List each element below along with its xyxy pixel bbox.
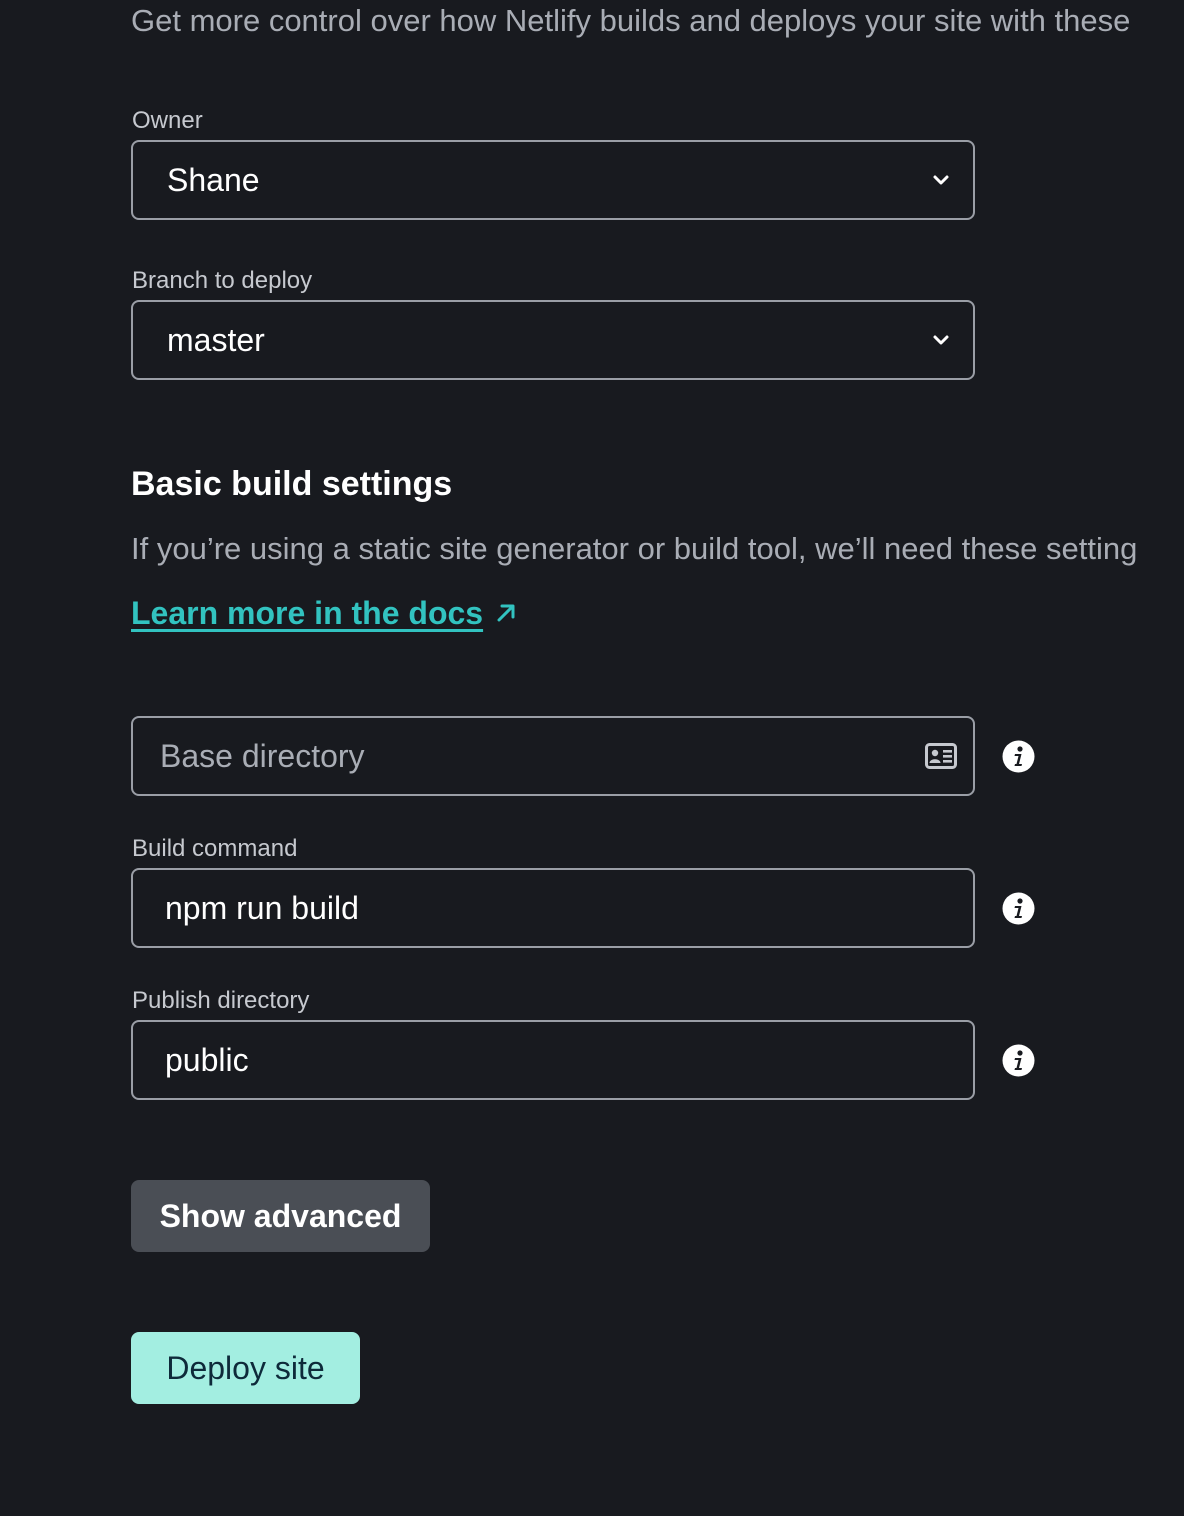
- owner-label: Owner: [132, 107, 203, 134]
- build-command-value: npm run build: [165, 890, 359, 926]
- branch-select[interactable]: master: [131, 300, 975, 380]
- base-directory-input[interactable]: Base directory: [131, 716, 975, 796]
- chevron-down-icon: [933, 335, 949, 345]
- deploy-site-button[interactable]: Deploy site: [131, 1332, 360, 1404]
- base-directory-placeholder: Base directory: [160, 738, 365, 774]
- contact-card-icon: [925, 743, 957, 769]
- publish-directory-label: Publish directory: [132, 987, 310, 1014]
- deploy-settings-page: Get more control over how Netlify builds…: [0, 0, 1184, 1516]
- owner-select[interactable]: Shane: [131, 140, 975, 220]
- build-settings-description: If you’re using a static site generator …: [131, 531, 1138, 566]
- branch-selected-value: master: [167, 322, 265, 358]
- chevron-down-icon: [933, 175, 949, 185]
- publish-directory-value: public: [165, 1042, 249, 1078]
- docs-link[interactable]: Learn more in the docs: [131, 592, 483, 634]
- build-settings-heading: Basic build settings: [131, 465, 453, 503]
- branch-label: Branch to deploy: [132, 267, 313, 294]
- build-command-info-icon[interactable]: [1002, 892, 1035, 925]
- build-command-label: Build command: [132, 835, 298, 862]
- build-command-input[interactable]: npm run build: [131, 868, 975, 948]
- base-directory-info-icon[interactable]: [1002, 740, 1035, 773]
- publish-directory-info-icon[interactable]: [1002, 1044, 1035, 1077]
- show-advanced-button[interactable]: Show advanced: [131, 1180, 430, 1252]
- owner-selected-value: Shane: [167, 162, 260, 198]
- intro-text: Get more control over how Netlify builds…: [131, 3, 1131, 38]
- publish-directory-input[interactable]: public: [131, 1020, 975, 1100]
- external-arrow-icon: [497, 604, 515, 622]
